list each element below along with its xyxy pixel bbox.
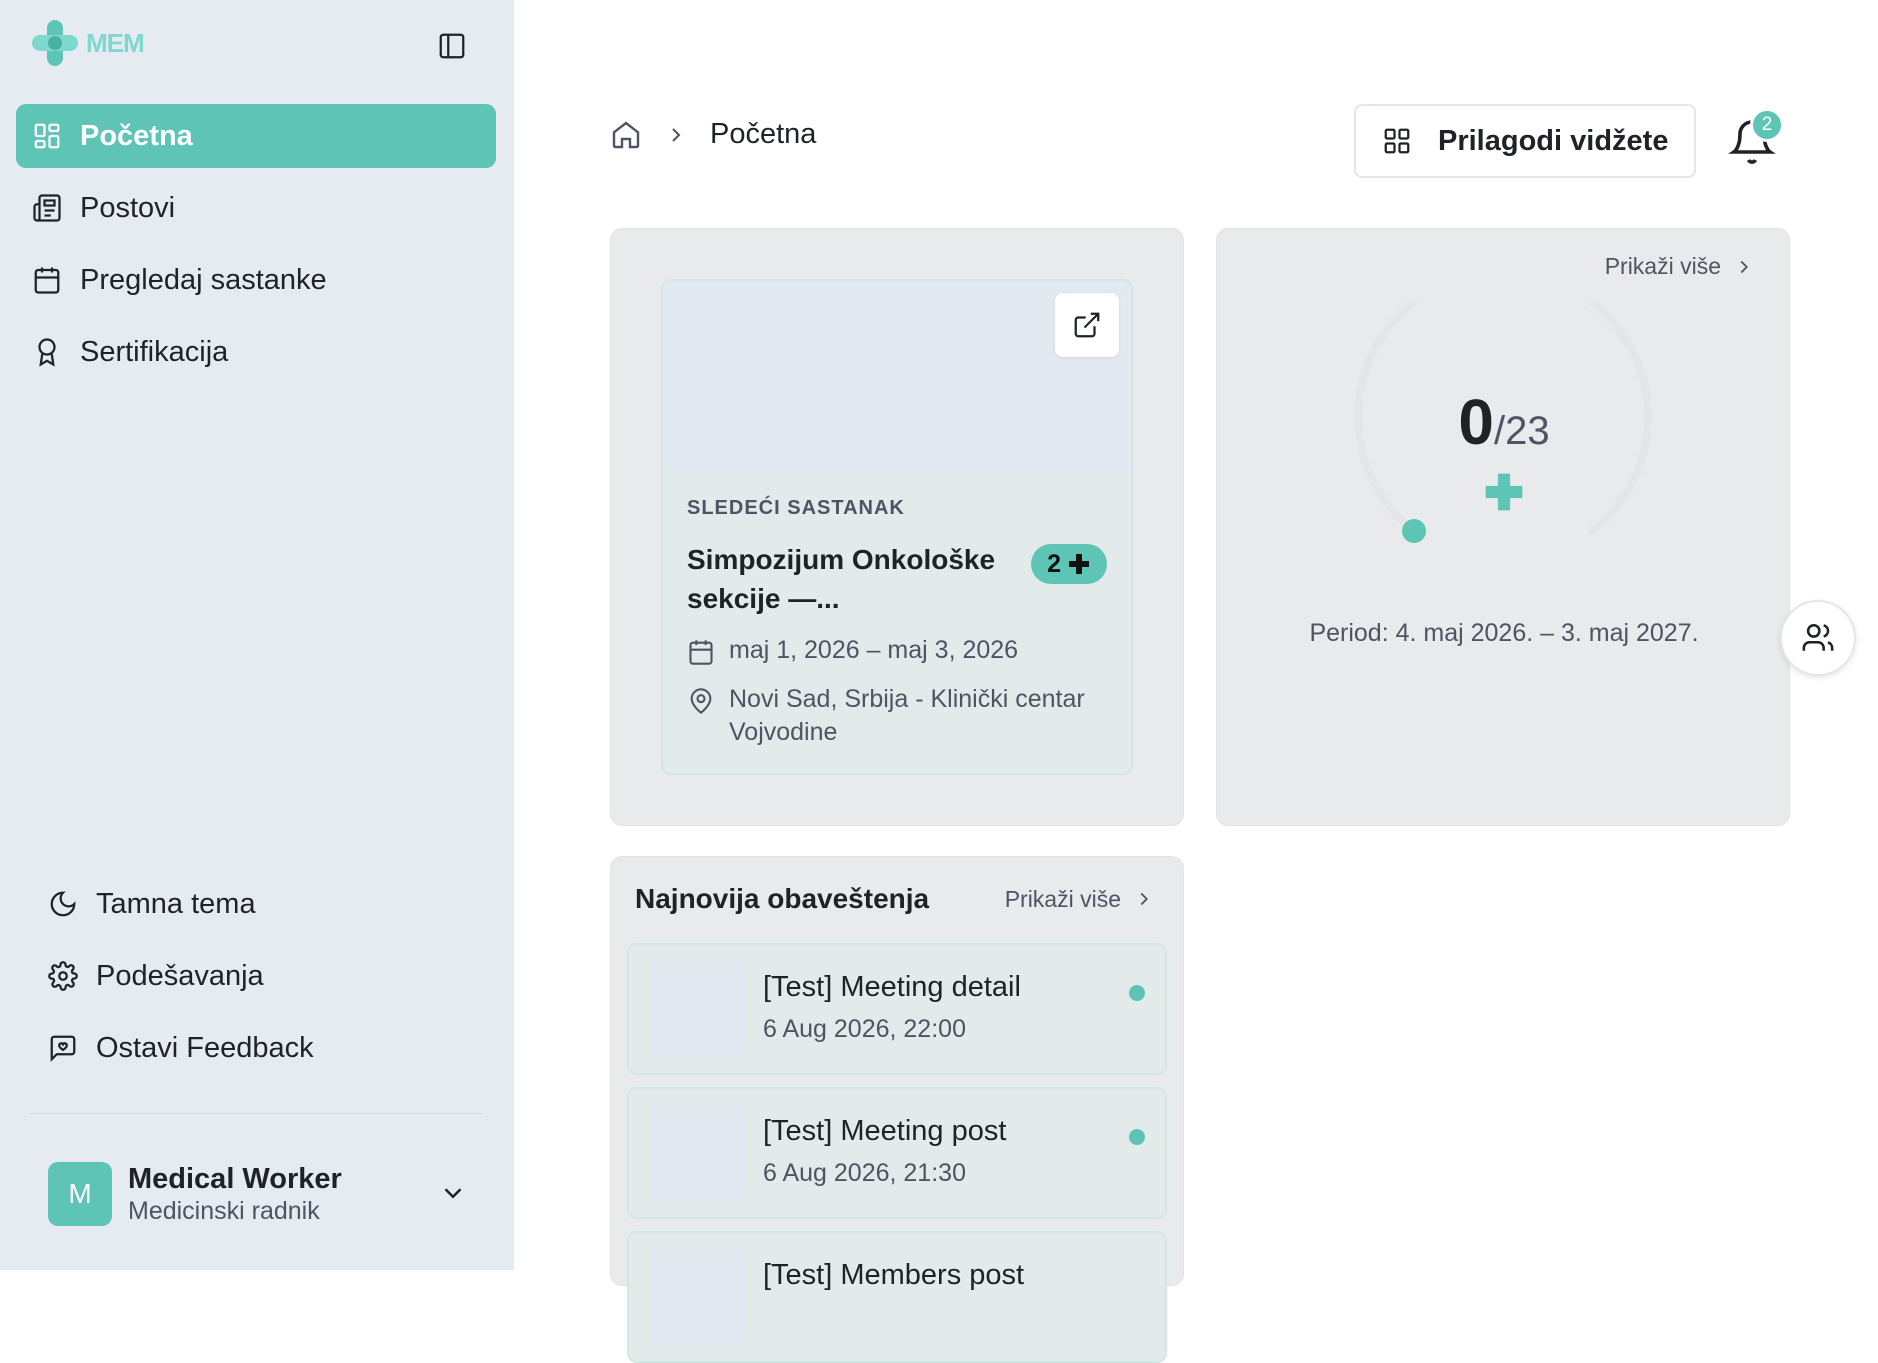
collapse-sidebar-button[interactable] xyxy=(432,26,472,66)
show-more-label: Prikaži više xyxy=(1004,885,1121,912)
cross-icon xyxy=(1069,554,1089,574)
feedback-icon xyxy=(50,1035,76,1062)
notification-thumbnail xyxy=(649,1105,745,1201)
gauge-progress-marker xyxy=(1402,519,1426,543)
medical-cross-icon xyxy=(1485,473,1523,511)
chevron-right-icon xyxy=(1740,260,1749,273)
notification-item[interactable]: [Test] Meeting detail 6 Aug 2026, 22:00 xyxy=(627,943,1167,1075)
meeting-location: Novi Sad, Srbija - Klinički centar Vojvo… xyxy=(729,685,1085,746)
points-current: 0 xyxy=(1458,386,1494,458)
notification-thumbnail xyxy=(649,961,745,1057)
meeting-body: SLEDEĆI SASTANAK Simpozijum Onkološke se… xyxy=(663,473,1131,749)
chevron-right-icon xyxy=(1140,892,1149,906)
meeting-image-placeholder xyxy=(663,281,1131,473)
award-icon xyxy=(38,338,56,367)
dark-theme-toggle[interactable]: Tamna tema xyxy=(32,872,482,936)
meeting-location-row: Novi Sad, Srbija - Klinički centar Vojvo… xyxy=(687,683,1107,749)
points-total: /23 xyxy=(1493,409,1550,453)
calendar-icon xyxy=(34,267,60,294)
user-name: Medical Worker xyxy=(128,1163,342,1195)
user-menu[interactable]: M Medical Worker Medicinski radnik xyxy=(48,1160,468,1228)
sidebar-item-sertifikacija[interactable]: Sertifikacija xyxy=(16,320,496,384)
meeting-title: Simpozijum Onkološke sekcije —... xyxy=(687,544,996,614)
customize-widgets-button[interactable]: Prilagodi vidžete xyxy=(1354,104,1696,178)
chevron-right-icon xyxy=(672,127,681,142)
avatar: M xyxy=(48,1162,112,1226)
user-info: Medical Worker Medicinski radnik xyxy=(128,1162,342,1226)
app-logo[interactable]: MEM xyxy=(30,18,145,68)
gear-icon xyxy=(48,961,78,991)
points-badge: 2 xyxy=(1031,544,1107,584)
notification-date: 6 Aug 2026, 21:30 xyxy=(763,1159,966,1187)
users-float-button[interactable] xyxy=(1780,600,1856,676)
meeting-kicker: SLEDEĆI SASTANAK xyxy=(687,497,905,519)
notification-item[interactable]: [Test] Meeting post 6 Aug 2026, 21:30 xyxy=(627,1087,1167,1219)
next-meeting-card[interactable]: SLEDEĆI SASTANAK Simpozijum Onkološke se… xyxy=(661,279,1133,775)
breadcrumb-current: Početna xyxy=(710,118,817,150)
breadcrumb: Početna xyxy=(610,118,816,151)
chevron-down-icon[interactable] xyxy=(438,1178,468,1208)
sidebar-toggle-icon xyxy=(439,33,465,59)
points-value: 0/23 xyxy=(1217,385,1791,459)
settings-label: Podešavanja xyxy=(96,959,264,992)
notifications-title: Najnovija obaveštenja xyxy=(635,883,930,914)
notification-date: 6 Aug 2026, 22:00 xyxy=(763,1015,966,1043)
sidebar: MEM Početna Postovi Pregledaj sastanke S… xyxy=(0,0,514,1270)
points-period: Period: 4. maj 2026. – 3. maj 2027. xyxy=(1309,619,1699,647)
home-icon[interactable] xyxy=(610,119,642,151)
main-nav: Početna Postovi Pregledaj sastanke Serti… xyxy=(16,104,496,392)
sidebar-item-sastanci[interactable]: Pregledaj sastanke xyxy=(16,248,496,312)
feedback-label: Ostavi Feedback xyxy=(96,1031,314,1064)
user-role: Medicinski radnik xyxy=(128,1197,320,1225)
notification-count-badge: 2 xyxy=(1750,108,1784,142)
notifications-widget: Najnovija obaveštenja Prikaži više [Test… xyxy=(610,856,1184,1363)
sidebar-divider xyxy=(30,1113,482,1114)
points-show-more-link[interactable]: Prikaži više xyxy=(1605,253,1755,280)
moon-icon xyxy=(50,891,76,917)
map-pin-icon xyxy=(690,688,712,714)
notification-thumbnail xyxy=(649,1249,745,1345)
dashboard-icon xyxy=(34,123,60,149)
meeting-title-row: Simpozijum Onkološke sekcije —... 2 xyxy=(687,540,1107,618)
points-value: 2 xyxy=(1047,549,1061,578)
logo-cross-icon xyxy=(32,20,78,66)
sidebar-item-label: Pregledaj sastanke xyxy=(80,263,327,296)
settings-link[interactable]: Podešavanja xyxy=(32,944,482,1008)
notifications-show-more-link[interactable]: Prikaži više xyxy=(1005,886,1155,913)
next-meeting-widget: SLEDEĆI SASTANAK Simpozijum Onkološke se… xyxy=(610,228,1184,826)
dark-theme-label: Tamna tema xyxy=(96,887,256,920)
grid-icon xyxy=(1384,128,1410,154)
notification-title: [Test] Meeting detail xyxy=(763,971,1021,1003)
sidebar-bottom-nav: Tamna tema Podešavanja Ostavi Feedback xyxy=(32,872,482,1088)
notifications-header: Najnovija obaveštenja Prikaži više xyxy=(635,883,1155,915)
unread-dot xyxy=(1129,985,1145,1001)
show-more-label: Prikaži više xyxy=(1604,253,1721,279)
customize-widgets-label: Prilagodi vidžete xyxy=(1438,124,1669,157)
calendar-icon xyxy=(689,640,713,665)
notification-title: [Test] Members post xyxy=(763,1259,1025,1291)
sidebar-item-label: Sertifikacija xyxy=(80,335,229,368)
points-widget: Prikaži više 0/23 Period: 4. maj 2026. –… xyxy=(1216,228,1790,826)
feedback-link[interactable]: Ostavi Feedback xyxy=(32,1016,482,1080)
users-icon xyxy=(1802,623,1834,651)
notification-title: [Test] Meeting post xyxy=(763,1115,1007,1147)
sidebar-item-pocetna[interactable]: Početna xyxy=(16,104,496,168)
newspaper-icon xyxy=(33,194,61,222)
sidebar-item-label: Postovi xyxy=(80,191,176,224)
open-meeting-button[interactable] xyxy=(1055,293,1119,357)
logo-text: MEM xyxy=(86,27,145,58)
sidebar-item-label: Početna xyxy=(80,119,193,152)
external-link-icon xyxy=(1074,312,1100,338)
meeting-dates: maj 1, 2026 – maj 3, 2026 xyxy=(729,636,1019,664)
sidebar-item-postovi[interactable]: Postovi xyxy=(16,176,496,240)
meeting-dates-row: maj 1, 2026 – maj 3, 2026 xyxy=(687,634,1107,667)
notification-item[interactable]: [Test] Members post xyxy=(627,1231,1167,1363)
unread-dot xyxy=(1129,1129,1145,1145)
